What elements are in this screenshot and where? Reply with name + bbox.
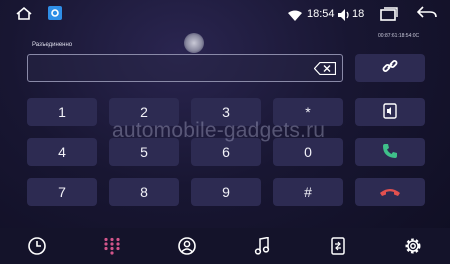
key-label: 0 — [304, 144, 312, 160]
phone-audio-switch-button[interactable] — [355, 98, 425, 126]
key-label: 3 — [222, 104, 230, 120]
phone-audio-switch-icon — [383, 102, 397, 122]
connection-status: Разъединенно — [32, 42, 73, 48]
back-icon[interactable] — [416, 6, 437, 25]
music-icon[interactable] — [251, 235, 273, 257]
contacts-icon[interactable] — [176, 235, 198, 257]
key-label: 8 — [140, 184, 148, 200]
volume-icon[interactable] — [338, 8, 351, 26]
key-7[interactable]: 7 — [27, 178, 97, 206]
number-input[interactable] — [27, 54, 343, 82]
pair-link-button[interactable] — [355, 54, 425, 82]
hang-up-button[interactable] — [355, 178, 425, 206]
key-label: * — [305, 104, 311, 120]
key-label: 4 — [58, 144, 66, 160]
settings-icon[interactable] — [402, 235, 424, 257]
key-1[interactable]: 1 — [27, 98, 97, 126]
wifi-icon — [288, 8, 302, 26]
home-icon[interactable] — [15, 6, 33, 25]
hang-up-icon — [379, 184, 401, 200]
device-address: 00:87:61:18:54:0C — [378, 33, 420, 39]
dialpad-icon[interactable] — [101, 235, 123, 257]
key-4[interactable]: 4 — [27, 138, 97, 166]
floating-assistive-button[interactable] — [184, 33, 204, 53]
key-label: 9 — [222, 184, 230, 200]
link-icon — [382, 58, 398, 79]
history-icon[interactable] — [26, 235, 48, 257]
key-label: 7 — [58, 184, 66, 200]
app-icon[interactable] — [48, 6, 62, 25]
phone-transfer-icon[interactable] — [327, 235, 349, 257]
clock: 18:54 — [307, 8, 335, 20]
call-button[interactable] — [355, 138, 425, 166]
key-hash[interactable]: # — [273, 178, 343, 206]
key-8[interactable]: 8 — [109, 178, 179, 206]
recent-apps-icon[interactable] — [380, 7, 398, 26]
key-label: 2 — [140, 104, 148, 120]
watermark: automobile-gadgets.ru — [112, 119, 326, 142]
key-label: 6 — [222, 144, 230, 160]
bottom-navigation — [0, 228, 450, 264]
key-9[interactable]: 9 — [191, 178, 261, 206]
phone-call-icon — [382, 143, 398, 162]
key-label: 1 — [58, 104, 66, 120]
key-label: 5 — [140, 144, 148, 160]
status-bar: 18:54 18 — [0, 0, 450, 28]
backspace-icon[interactable] — [313, 61, 337, 76]
volume-level: 18 — [352, 8, 365, 20]
key-label: # — [304, 184, 312, 200]
